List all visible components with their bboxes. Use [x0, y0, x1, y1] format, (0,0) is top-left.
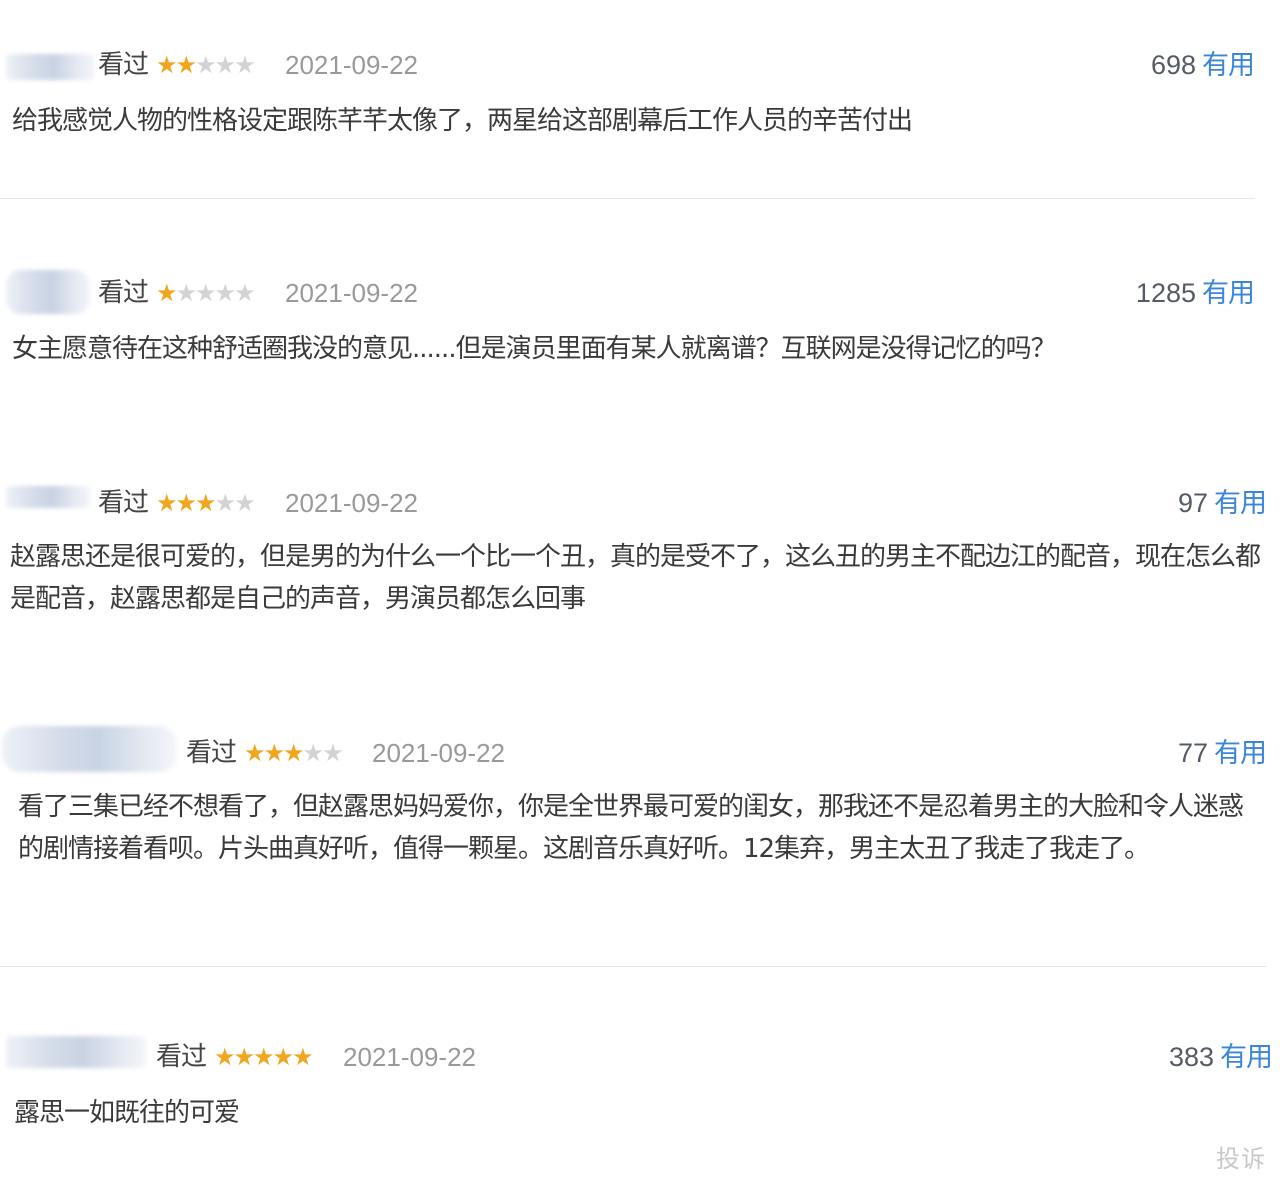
star-empty-icon: ★	[214, 489, 236, 517]
watched-status: 看过	[98, 488, 149, 518]
star-filled-icon: ★	[263, 739, 285, 767]
watched-status: 看过	[186, 738, 237, 768]
review-item: 看过 ★ ★ ★ ★ ★ 2021-09-22 383 有用 露思一如既往的可爱	[0, 990, 1280, 1190]
useful-count: 698	[1150, 50, 1196, 80]
useful-button[interactable]: 有用	[1202, 50, 1255, 80]
review-content: 露思一如既往的可爱	[14, 1098, 240, 1128]
blurred-username	[6, 1036, 146, 1068]
complaint-link[interactable]: 投诉	[1216, 1139, 1266, 1174]
useful-button[interactable]: 有用	[1214, 738, 1267, 768]
review-date: 2021-09-22	[285, 50, 418, 80]
review-item: 看过 ★ ★ ★ ★ ★ 2021-09-22 97 有用 赵露思还是很可爱的，但…	[0, 440, 1280, 690]
useful-vote[interactable]: 698 有用	[1150, 50, 1255, 85]
star-filled-icon: ★	[156, 279, 177, 307]
star-filled-icon: ★	[272, 1043, 294, 1071]
star-filled-icon: ★	[195, 489, 216, 517]
review-date: 2021-09-22	[285, 488, 418, 518]
review-date: 2021-09-22	[372, 738, 505, 768]
star-rating: ★ ★ ★ ★ ★	[244, 738, 344, 768]
review-content: 赵露思还是很可爱的，但是男的为什么一个比一个丑，真的是受不了，这么丑的男主不配边…	[10, 542, 1261, 614]
blurred-username	[6, 270, 90, 314]
star-empty-icon: ★	[234, 51, 255, 79]
useful-count: 97	[1177, 488, 1208, 518]
star-rating: ★ ★ ★ ★ ★	[156, 488, 256, 518]
review-date: 2021-09-22	[285, 278, 418, 308]
star-filled-icon: ★	[292, 1043, 313, 1071]
useful-vote[interactable]: 1285 有用	[1135, 278, 1255, 313]
blurred-username	[6, 486, 90, 508]
useful-count: 77	[1177, 738, 1208, 768]
star-filled-icon: ★	[244, 739, 265, 767]
useful-button[interactable]: 有用	[1220, 1042, 1273, 1072]
blurred-username	[2, 726, 177, 772]
watched-status: 看过	[156, 1042, 207, 1072]
useful-button[interactable]: 有用	[1202, 278, 1255, 308]
star-empty-icon: ★	[214, 51, 236, 79]
star-empty-icon: ★	[214, 279, 236, 307]
useful-vote[interactable]: 383 有用	[1168, 1042, 1273, 1077]
star-empty-icon: ★	[234, 489, 255, 517]
star-rating: ★ ★ ★ ★ ★	[156, 50, 256, 80]
review-content: 看了三集已经不想看了，但赵露思妈妈爱你，你是全世界最可爱的闺女，那我还不是忍着男…	[18, 792, 1244, 864]
useful-vote[interactable]: 77 有用	[1177, 738, 1267, 773]
star-filled-icon: ★	[175, 51, 197, 79]
star-empty-icon: ★	[195, 51, 216, 79]
star-empty-icon: ★	[302, 739, 324, 767]
watched-status: 看过	[98, 278, 149, 308]
review-content: 女主愿意待在这种舒适圈我没的意见......但是演员里面有某人就离谱？互联网是没…	[12, 334, 1057, 364]
star-empty-icon: ★	[195, 279, 216, 307]
star-filled-icon: ★	[156, 51, 177, 79]
star-empty-icon: ★	[234, 279, 255, 307]
blurred-username	[6, 54, 94, 80]
star-rating: ★ ★ ★ ★ ★	[214, 1042, 314, 1072]
review-item: 看过 ★ ★ ★ ★ ★ 2021-09-22 77 有用 看了三集已经不想看了，…	[0, 690, 1280, 970]
review-item: 看过 ★ ★ ★ ★ ★ 2021-09-22 1285 有用 女主愿意待在这种舒…	[0, 230, 1280, 430]
star-filled-icon: ★	[233, 1043, 255, 1071]
star-filled-icon: ★	[283, 739, 304, 767]
star-filled-icon: ★	[214, 1043, 235, 1071]
star-empty-icon: ★	[175, 279, 197, 307]
star-filled-icon: ★	[175, 489, 197, 517]
star-empty-icon: ★	[322, 739, 343, 767]
watched-status: 看过	[98, 50, 149, 80]
useful-button[interactable]: 有用	[1214, 488, 1267, 518]
review-item: 看过 ★ ★ ★ ★ ★ 2021-09-22 698 有用 给我感觉人物的性格设…	[0, 0, 1280, 200]
review-content: 给我感觉人物的性格设定跟陈芊芊太像了，两星给这部剧幕后工作人员的辛苦付出	[12, 106, 913, 136]
divider	[0, 966, 1266, 967]
useful-count: 383	[1168, 1042, 1214, 1072]
review-date: 2021-09-22	[343, 1042, 476, 1072]
useful-vote[interactable]: 97 有用	[1177, 488, 1267, 523]
star-filled-icon: ★	[156, 489, 177, 517]
star-rating: ★ ★ ★ ★ ★	[156, 278, 256, 308]
star-filled-icon: ★	[253, 1043, 274, 1071]
divider	[0, 198, 1255, 199]
useful-count: 1285	[1135, 278, 1196, 308]
